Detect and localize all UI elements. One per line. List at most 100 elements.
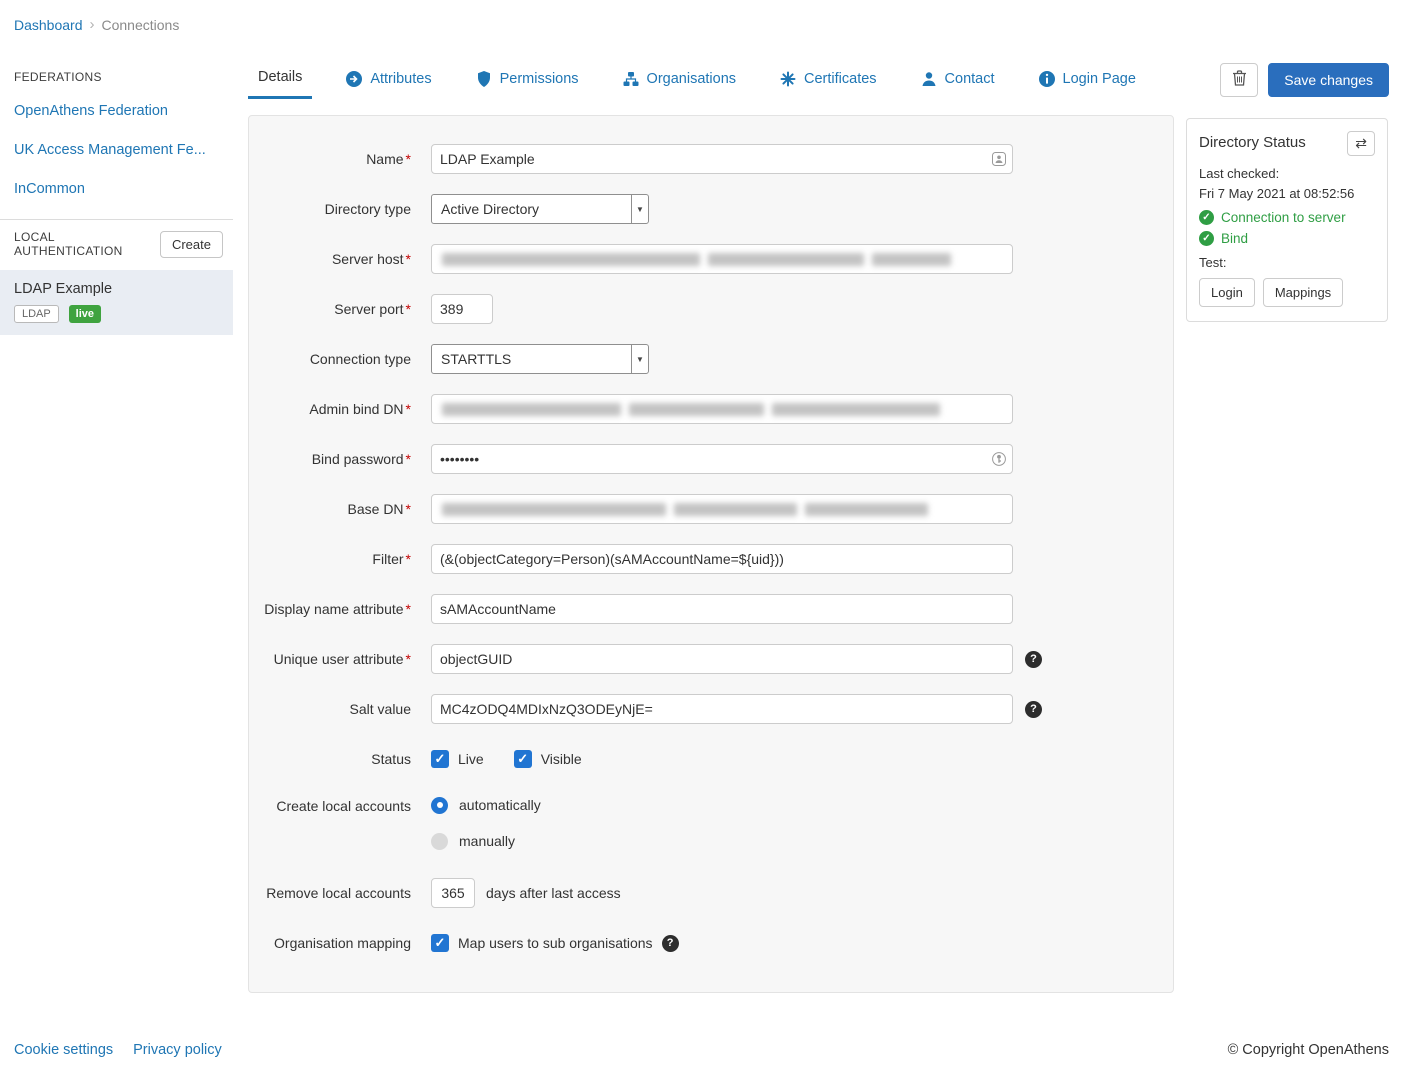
required-marker: * [406,301,411,317]
sitemap-icon [623,71,639,87]
admin-bind-dn-input[interactable] [431,394,1013,424]
form-row-connection-type: Connection type STARTTLS ▼ [249,344,1173,374]
admin-bind-dn-label: Admin bind DN* [249,401,431,417]
refresh-button[interactable]: ⇄ [1347,131,1375,156]
footer: Cookie settings Privacy policy © Copyrig… [14,1042,1389,1058]
info-icon [1039,71,1055,87]
map-users-checkbox-label: Map users to sub organisations [458,935,653,951]
directory-type-select[interactable]: Active Directory ▼ [431,194,649,224]
automatically-radio[interactable] [431,797,448,814]
create-connection-button[interactable]: Create [160,231,223,258]
tab-contact[interactable]: Contact [911,62,1005,98]
form-row-bind-password: Bind password* [249,444,1173,474]
tab-organisations[interactable]: Organisations [613,62,746,98]
form-row-create-local-accounts: Create local accounts automatically manu… [249,794,1173,852]
sidebar: FEDERATIONS OpenAthens Federation UK Acc… [0,64,233,335]
help-icon[interactable]: ? [1025,651,1042,668]
test-mappings-button[interactable]: Mappings [1263,278,1343,307]
cookie-settings-link[interactable]: Cookie settings [14,1042,113,1058]
connection-check-label: Connection to server [1221,210,1346,225]
connection-type-label: Connection type [249,351,431,367]
bind-password-input[interactable] [431,444,1013,474]
help-icon[interactable]: ? [662,935,679,952]
form-row-organisation-mapping: Organisation mapping ✓ Map users to sub … [249,928,1173,958]
sidebar-item-uk-access-management[interactable]: UK Access Management Fe... [0,131,233,170]
salt-value-input[interactable] [431,694,1013,724]
visible-checkbox-label: Visible [541,751,582,767]
tab-bar: Details Attributes Permissions Organisat… [248,60,1389,99]
tab-permissions[interactable]: Permissions [466,62,589,98]
sidebar-item-openathens-federation[interactable]: OpenAthens Federation [0,92,233,131]
form-row-name: Name* [249,144,1173,174]
shield-icon [476,71,492,87]
organisation-mapping-label: Organisation mapping [249,935,431,951]
redacted-text [442,253,700,266]
redacted-text [674,503,797,516]
sidebar-item-incommon[interactable]: InCommon [0,170,233,209]
map-users-checkbox[interactable]: ✓ [431,934,449,952]
tab-details[interactable]: Details [248,60,312,99]
form-row-remove-local-accounts: Remove local accounts days after last ac… [249,878,1173,908]
server-port-label: Server port* [249,301,431,317]
server-host-input[interactable] [431,244,1013,274]
certificate-icon [780,71,796,87]
filter-input[interactable] [431,544,1013,574]
help-icon[interactable]: ? [1025,701,1042,718]
form-row-unique-user-attribute: Unique user attribute* ? [249,644,1173,674]
tab-attributes[interactable]: Attributes [336,62,441,98]
delete-button[interactable] [1220,63,1258,97]
tab-certificates[interactable]: Certificates [770,62,887,98]
redacted-text [442,503,666,516]
tab-login-page-label: Login Page [1063,71,1136,87]
save-changes-button[interactable]: Save changes [1268,63,1389,97]
base-dn-input[interactable] [431,494,1013,524]
server-host-label: Server host* [249,251,431,267]
required-marker: * [406,501,411,517]
redacted-text [872,253,950,266]
breadcrumb-current: Connections [102,17,180,33]
redacted-text [708,253,865,266]
breadcrumb-dashboard-link[interactable]: Dashboard [14,17,83,33]
form-row-filter: Filter* [249,544,1173,574]
remove-local-accounts-label: Remove local accounts [249,885,431,901]
breadcrumb: Dashboard › Connections [14,16,179,33]
redacted-text [805,503,928,516]
server-port-input[interactable] [431,294,493,324]
privacy-policy-link[interactable]: Privacy policy [133,1042,222,1058]
live-checkbox[interactable]: ✓ [431,750,449,768]
visible-checkbox[interactable]: ✓ [514,750,532,768]
unique-user-attribute-label: Unique user attribute* [249,651,431,667]
name-input[interactable] [431,144,1013,174]
test-login-button[interactable]: Login [1199,278,1255,307]
tab-organisations-label: Organisations [647,71,736,87]
tab-login-page[interactable]: Login Page [1029,62,1146,98]
required-marker: * [406,251,411,267]
required-marker: * [406,151,411,167]
required-marker: * [406,401,411,417]
sidebar-item-ldap-example[interactable]: LDAP Example LDAP live [0,270,233,335]
check-icon: ✓ [435,751,446,767]
connection-type-select[interactable]: STARTTLS ▼ [431,344,649,374]
redacted-text [772,403,940,416]
manually-radio[interactable] [431,833,448,850]
tab-permissions-label: Permissions [500,71,579,87]
check-circle-icon: ✓ [1199,231,1214,246]
display-name-attribute-input[interactable] [431,594,1013,624]
directory-status-title: Directory Status [1199,131,1306,151]
name-label: Name* [249,151,431,167]
base-dn-label: Base DN* [249,501,431,517]
form-row-base-dn: Base DN* [249,494,1173,524]
unique-user-attribute-input[interactable] [431,644,1013,674]
last-checked-value: Fri 7 May 2021 at 08:52:56 [1199,186,1375,201]
required-marker: * [406,551,411,567]
connection-check: ✓ Connection to server [1199,210,1375,225]
check-circle-icon: ✓ [1199,210,1214,225]
test-label: Test: [1199,255,1375,270]
chevron-right-icon: › [90,16,95,33]
arrow-circle-icon [346,71,362,87]
sidebar-divider [0,219,233,220]
remove-local-accounts-input[interactable] [431,878,475,908]
trash-icon [1232,70,1247,89]
status-label: Status [249,751,431,767]
form-row-directory-type: Directory type Active Directory ▼ [249,194,1173,224]
